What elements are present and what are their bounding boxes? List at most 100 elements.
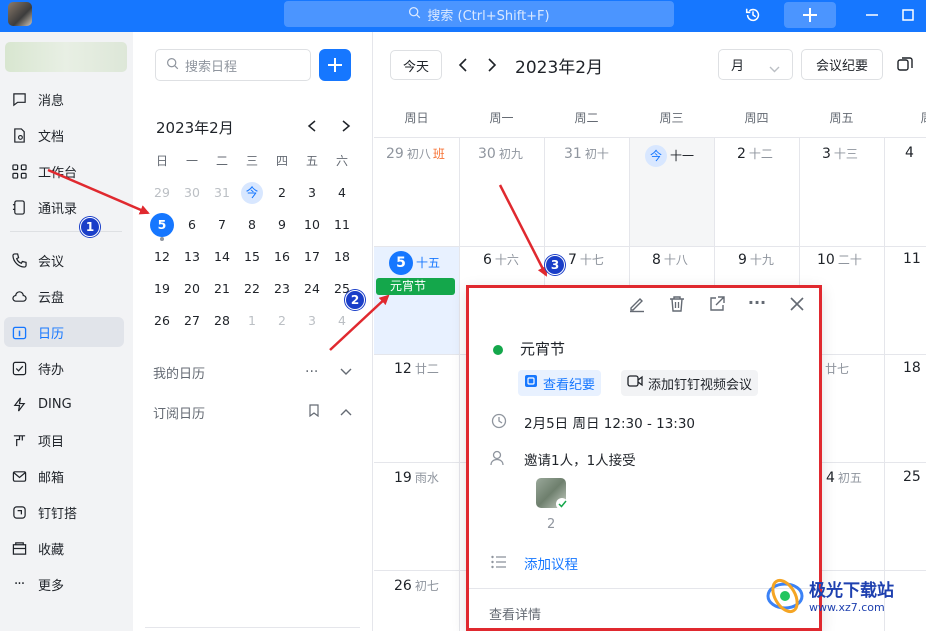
mini-day[interactable]: 21 [207, 277, 237, 301]
my-calendars-row[interactable]: 我的日历 ··· [153, 362, 353, 382]
more-icon[interactable]: ··· [305, 364, 318, 380]
mini-day[interactable]: 13 [177, 245, 207, 269]
month-day-cell[interactable]: 31 初十 [564, 145, 609, 162]
month-day-cell[interactable]: 3 十三 [822, 145, 858, 162]
month-day-cell[interactable]: 9 十九 [738, 251, 774, 268]
sidebar-item-mail[interactable]: 邮箱 [4, 461, 124, 491]
open-external-icon[interactable] [707, 294, 727, 314]
sidebar-item-bookmark[interactable]: 收藏 [4, 533, 124, 563]
mini-day[interactable]: 16 [267, 245, 297, 269]
add-agenda-link[interactable]: 添加议程 [524, 553, 578, 573]
mini-day[interactable]: 30 [177, 181, 207, 205]
event-chip-lantern-festival[interactable]: 元宵节 [376, 278, 455, 295]
month-day-cell[interactable]: 8 十八 [652, 251, 688, 268]
switch-window-icon[interactable] [897, 56, 914, 77]
maximize-icon[interactable] [896, 2, 920, 28]
global-search-input[interactable]: 搜索 (Ctrl+Shift+F) [284, 1, 674, 27]
chevron-up-icon[interactable] [340, 405, 352, 420]
mini-day[interactable]: 26 [147, 309, 177, 333]
month-day-cell[interactable]: 4 初五 [826, 469, 862, 486]
mini-day[interactable]: 19 [147, 277, 177, 301]
mini-day[interactable]: 4 [327, 309, 357, 333]
edit-icon[interactable] [627, 294, 647, 314]
prev-month-icon[interactable] [302, 116, 322, 136]
sidebar-item-contacts[interactable]: 通讯录 [4, 192, 124, 222]
mini-day[interactable]: 3 [297, 181, 327, 205]
view-select[interactable]: 月 [718, 49, 793, 80]
add-video-meeting-button[interactable]: 添加钉钉视频会议 [621, 370, 759, 396]
subscribed-calendars-row[interactable]: 订阅日历 [153, 402, 353, 422]
next-month-icon[interactable] [336, 116, 356, 136]
close-icon[interactable] [787, 294, 807, 314]
sidebar-item-cloud[interactable]: 云盘 [4, 281, 124, 311]
month-day-cell[interactable]: 11 [903, 251, 921, 267]
mini-day[interactable]: 9 [267, 213, 297, 237]
chevron-down-icon[interactable] [340, 365, 352, 380]
sidebar-item-checkbox[interactable]: 待办 [4, 353, 124, 383]
sidebar-item-phone[interactable]: 会议 [4, 245, 124, 275]
mini-day[interactable]: 17 [297, 245, 327, 269]
month-day-cell[interactable]: 30 初九 [478, 145, 523, 162]
today-button[interactable]: 今天 [390, 50, 442, 80]
app-logo[interactable] [8, 2, 32, 26]
month-day-cell[interactable]: 廿七 [822, 360, 849, 377]
mini-day[interactable]: 11 [327, 213, 357, 237]
minimize-icon[interactable] [860, 2, 884, 28]
mini-day[interactable]: 22 [237, 277, 267, 301]
mini-day[interactable]: 今 [237, 181, 267, 205]
month-day-cell[interactable]: 6 十六 [483, 251, 519, 268]
month-day-cell[interactable]: 29 初八班 [386, 145, 445, 162]
mini-day[interactable]: 4 [327, 181, 357, 205]
next-icon[interactable] [487, 57, 497, 76]
month-day-cell[interactable]: 19 雨水 [394, 469, 439, 486]
month-day-cell[interactable]: 7 十七 [568, 251, 604, 268]
month-day-cell[interactable]: 18 [903, 360, 921, 376]
profile-block[interactable] [5, 42, 127, 72]
sidebar-item-calendar[interactable]: 日历 [4, 317, 124, 347]
mini-day[interactable]: 3 [297, 309, 327, 333]
schedule-search-input[interactable]: 搜索日程 [155, 49, 311, 81]
sidebar-item-doc[interactable]: 文档 [4, 120, 124, 150]
mini-day[interactable]: 20 [177, 277, 207, 301]
mini-day[interactable]: 14 [207, 245, 237, 269]
subscribe-icon[interactable] [308, 403, 320, 421]
mini-day[interactable]: 5 [147, 213, 177, 237]
mini-day[interactable]: 15 [237, 245, 267, 269]
view-minutes-button[interactable]: 查看纪要 [518, 370, 602, 396]
mini-day[interactable]: 12 [147, 245, 177, 269]
month-day-cell[interactable]: 5 十五 [389, 251, 440, 275]
month-day-cell[interactable]: 今十一 [645, 145, 694, 167]
mini-day[interactable]: 27 [177, 309, 207, 333]
mini-day[interactable]: 2 [267, 181, 297, 205]
delete-icon[interactable] [667, 294, 687, 314]
create-plus-button[interactable] [784, 2, 836, 28]
month-day-cell[interactable]: 26 初七 [394, 577, 439, 594]
mini-day[interactable]: 6 [177, 213, 207, 237]
month-day-cell[interactable]: 2 十二 [737, 145, 773, 162]
mini-day[interactable]: 28 [207, 309, 237, 333]
mini-day[interactable]: 29 [147, 181, 177, 205]
mini-day[interactable]: 24 [297, 277, 327, 301]
history-icon[interactable] [740, 2, 766, 28]
month-day-cell[interactable]: 4 [905, 145, 914, 161]
sidebar-item-builder[interactable]: 钉钉搭 [4, 497, 124, 527]
mini-day[interactable]: 8 [237, 213, 267, 237]
mini-day[interactable]: 1 [237, 309, 267, 333]
more-icon[interactable]: ··· [747, 292, 767, 312]
mini-day[interactable]: 23 [267, 277, 297, 301]
view-details-link[interactable]: 查看详情 [489, 604, 541, 623]
mini-day[interactable]: 2 [267, 309, 297, 333]
mini-day[interactable]: 10 [297, 213, 327, 237]
sidebar-item-project[interactable]: 项目 [4, 425, 124, 455]
mini-day[interactable]: 7 [207, 213, 237, 237]
sidebar-item-grid[interactable]: 工作台 [4, 156, 124, 186]
sidebar-item-chat[interactable]: 消息 [4, 84, 124, 114]
meeting-minutes-button[interactable]: 会议纪要 [801, 49, 883, 80]
month-day-cell[interactable]: 25 [903, 469, 921, 485]
new-event-button[interactable] [319, 49, 351, 81]
prev-icon[interactable] [458, 57, 468, 76]
month-day-cell[interactable]: 12 廿二 [394, 360, 439, 377]
sidebar-item-lightning[interactable]: DING [4, 389, 124, 419]
mini-day[interactable]: 18 [327, 245, 357, 269]
mini-day[interactable]: 31 [207, 181, 237, 205]
